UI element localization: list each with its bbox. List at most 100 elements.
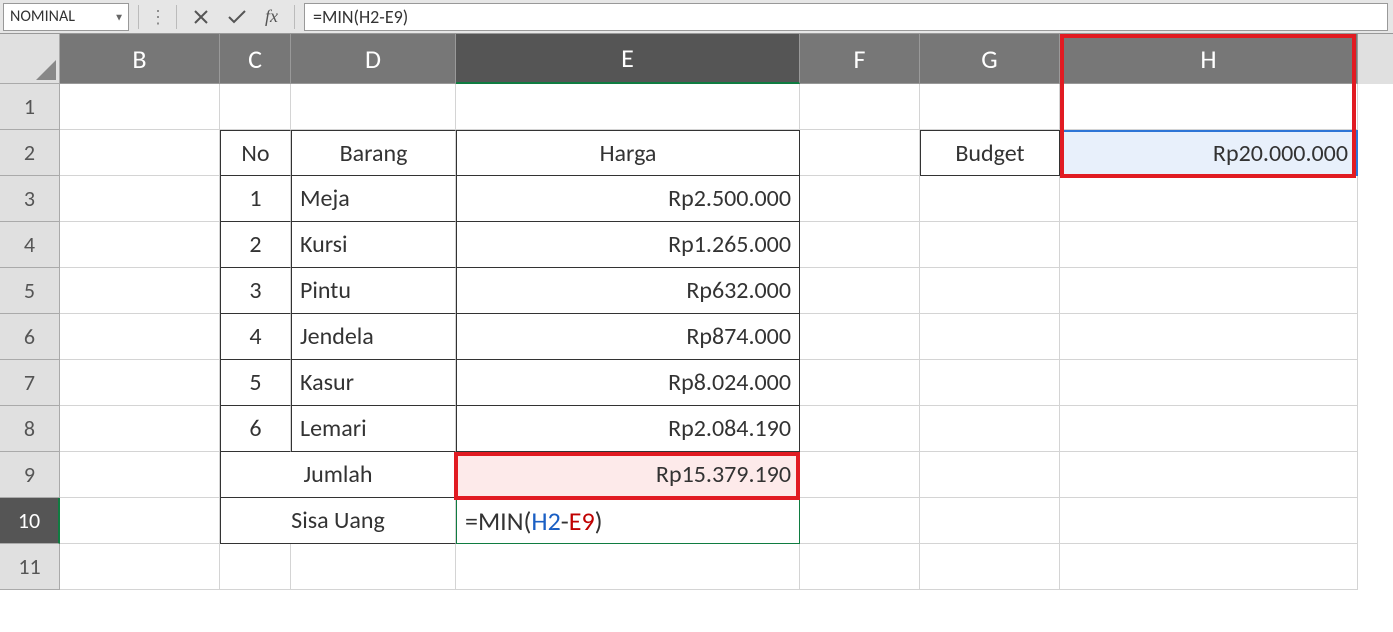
cell-D5[interactable]: Pintu <box>291 268 456 314</box>
cell-E11[interactable] <box>456 544 800 590</box>
cell-H3[interactable] <box>1060 176 1358 222</box>
row-header-4[interactable]: 4 <box>0 222 60 268</box>
name-box[interactable]: NOMINAL ▼ <box>3 3 129 31</box>
cell-E8[interactable]: Rp2.084.190 <box>456 406 800 452</box>
cell-B5[interactable] <box>60 268 220 314</box>
row-header-6[interactable]: 6 <box>0 314 60 360</box>
cell-B10[interactable] <box>60 498 220 544</box>
cell-B8[interactable] <box>60 406 220 452</box>
cancel-edit-button[interactable] <box>183 3 219 31</box>
cell-E6[interactable]: Rp874.000 <box>456 314 800 360</box>
cell-C5[interactable]: 3 <box>220 268 291 314</box>
cell-H1[interactable] <box>1060 84 1358 130</box>
cell-F9[interactable] <box>800 452 920 498</box>
cell-B9[interactable] <box>60 452 220 498</box>
cell-C8[interactable]: 6 <box>220 406 291 452</box>
cell-E7[interactable]: Rp8.024.000 <box>456 360 800 406</box>
cell-E9[interactable]: Rp15.379.190 <box>456 452 800 498</box>
cell-D8[interactable]: Lemari <box>291 406 456 452</box>
cell-E10-editing[interactable]: =MIN(H2-E9) <box>456 498 800 544</box>
row-header-3[interactable]: 3 <box>0 176 60 222</box>
cell-F10[interactable] <box>800 498 920 544</box>
cell-B1[interactable] <box>60 84 220 130</box>
col-header-C[interactable]: C <box>220 34 291 84</box>
cell-G1[interactable] <box>920 84 1060 130</box>
row-header-7[interactable]: 7 <box>0 360 60 406</box>
select-all-corner[interactable] <box>0 34 60 84</box>
cell-E2[interactable]: Harga <box>456 130 800 176</box>
col-header-F[interactable]: F <box>800 34 920 84</box>
cell-G6[interactable] <box>920 314 1060 360</box>
cell-H2[interactable]: Rp20.000.000 <box>1060 130 1358 176</box>
cell-CD9-merged[interactable]: Jumlah <box>220 452 456 498</box>
cell-H10[interactable] <box>1060 498 1358 544</box>
cell-G11[interactable] <box>920 544 1060 590</box>
cell-G7[interactable] <box>920 360 1060 406</box>
cell-F2[interactable] <box>800 130 920 176</box>
cell-E1[interactable] <box>456 84 800 130</box>
cell-G2[interactable]: Budget <box>920 130 1060 176</box>
row-header-5[interactable]: 5 <box>0 268 60 314</box>
cell-B11[interactable] <box>60 544 220 590</box>
row-header-10[interactable]: 10 <box>0 498 60 544</box>
cell-H5[interactable] <box>1060 268 1358 314</box>
cell-G5[interactable] <box>920 268 1060 314</box>
cell-B4[interactable] <box>60 222 220 268</box>
cell-B7[interactable] <box>60 360 220 406</box>
cell-H7[interactable] <box>1060 360 1358 406</box>
name-box-dropdown-icon[interactable]: ▼ <box>114 10 124 23</box>
cell-D4[interactable]: Kursi <box>291 222 456 268</box>
cell-E5[interactable]: Rp632.000 <box>456 268 800 314</box>
col-header-H[interactable]: H <box>1060 34 1358 84</box>
row-header-8[interactable]: 8 <box>0 406 60 452</box>
col-header-B[interactable]: B <box>60 34 220 84</box>
cell-F8[interactable] <box>800 406 920 452</box>
cell-H6[interactable] <box>1060 314 1358 360</box>
cell-B2[interactable] <box>60 130 220 176</box>
cell-G3[interactable] <box>920 176 1060 222</box>
cell-B6[interactable] <box>60 314 220 360</box>
cell-G4[interactable] <box>920 222 1060 268</box>
cell-C11[interactable] <box>220 544 291 590</box>
cell-F1[interactable] <box>800 84 920 130</box>
cell-H11[interactable] <box>1060 544 1358 590</box>
fx-label[interactable]: fx <box>255 6 288 27</box>
cell-E4[interactable]: Rp1.265.000 <box>456 222 800 268</box>
cell-G9[interactable] <box>920 452 1060 498</box>
cell-D7[interactable]: Kasur <box>291 360 456 406</box>
cell-C2[interactable]: No <box>220 130 291 176</box>
cell-C6[interactable]: 4 <box>220 314 291 360</box>
cell-D3[interactable]: Meja <box>291 176 456 222</box>
cell-F6[interactable] <box>800 314 920 360</box>
cell-D6[interactable]: Jendela <box>291 314 456 360</box>
cell-D1[interactable] <box>291 84 456 130</box>
col-header-D[interactable]: D <box>291 34 456 84</box>
cell-F7[interactable] <box>800 360 920 406</box>
menu-dots-icon[interactable]: ⋮ <box>145 6 170 28</box>
cell-C7[interactable]: 5 <box>220 360 291 406</box>
cell-B3[interactable] <box>60 176 220 222</box>
cell-CD10-merged[interactable]: Sisa Uang <box>220 498 456 544</box>
cell-G10[interactable] <box>920 498 1060 544</box>
cell-C3[interactable]: 1 <box>220 176 291 222</box>
row-header-11[interactable]: 11 <box>0 544 60 590</box>
col-header-G[interactable]: G <box>920 34 1060 84</box>
col-header-E[interactable]: E <box>456 34 800 84</box>
confirm-edit-button[interactable] <box>219 3 255 31</box>
cell-H4[interactable] <box>1060 222 1358 268</box>
cell-F5[interactable] <box>800 268 920 314</box>
cell-C1[interactable] <box>220 84 291 130</box>
cell-C4[interactable]: 2 <box>220 222 291 268</box>
cell-F11[interactable] <box>800 544 920 590</box>
row-header-9[interactable]: 9 <box>0 452 60 498</box>
cell-G8[interactable] <box>920 406 1060 452</box>
cell-H8[interactable] <box>1060 406 1358 452</box>
cell-F3[interactable] <box>800 176 920 222</box>
cell-H9[interactable] <box>1060 452 1358 498</box>
cell-F4[interactable] <box>800 222 920 268</box>
cell-D2[interactable]: Barang <box>291 130 456 176</box>
row-header-1[interactable]: 1 <box>0 84 60 130</box>
row-header-2[interactable]: 2 <box>0 130 60 176</box>
cell-E3[interactable]: Rp2.500.000 <box>456 176 800 222</box>
formula-input[interactable]: =MIN(H2-E9) <box>304 3 1388 31</box>
